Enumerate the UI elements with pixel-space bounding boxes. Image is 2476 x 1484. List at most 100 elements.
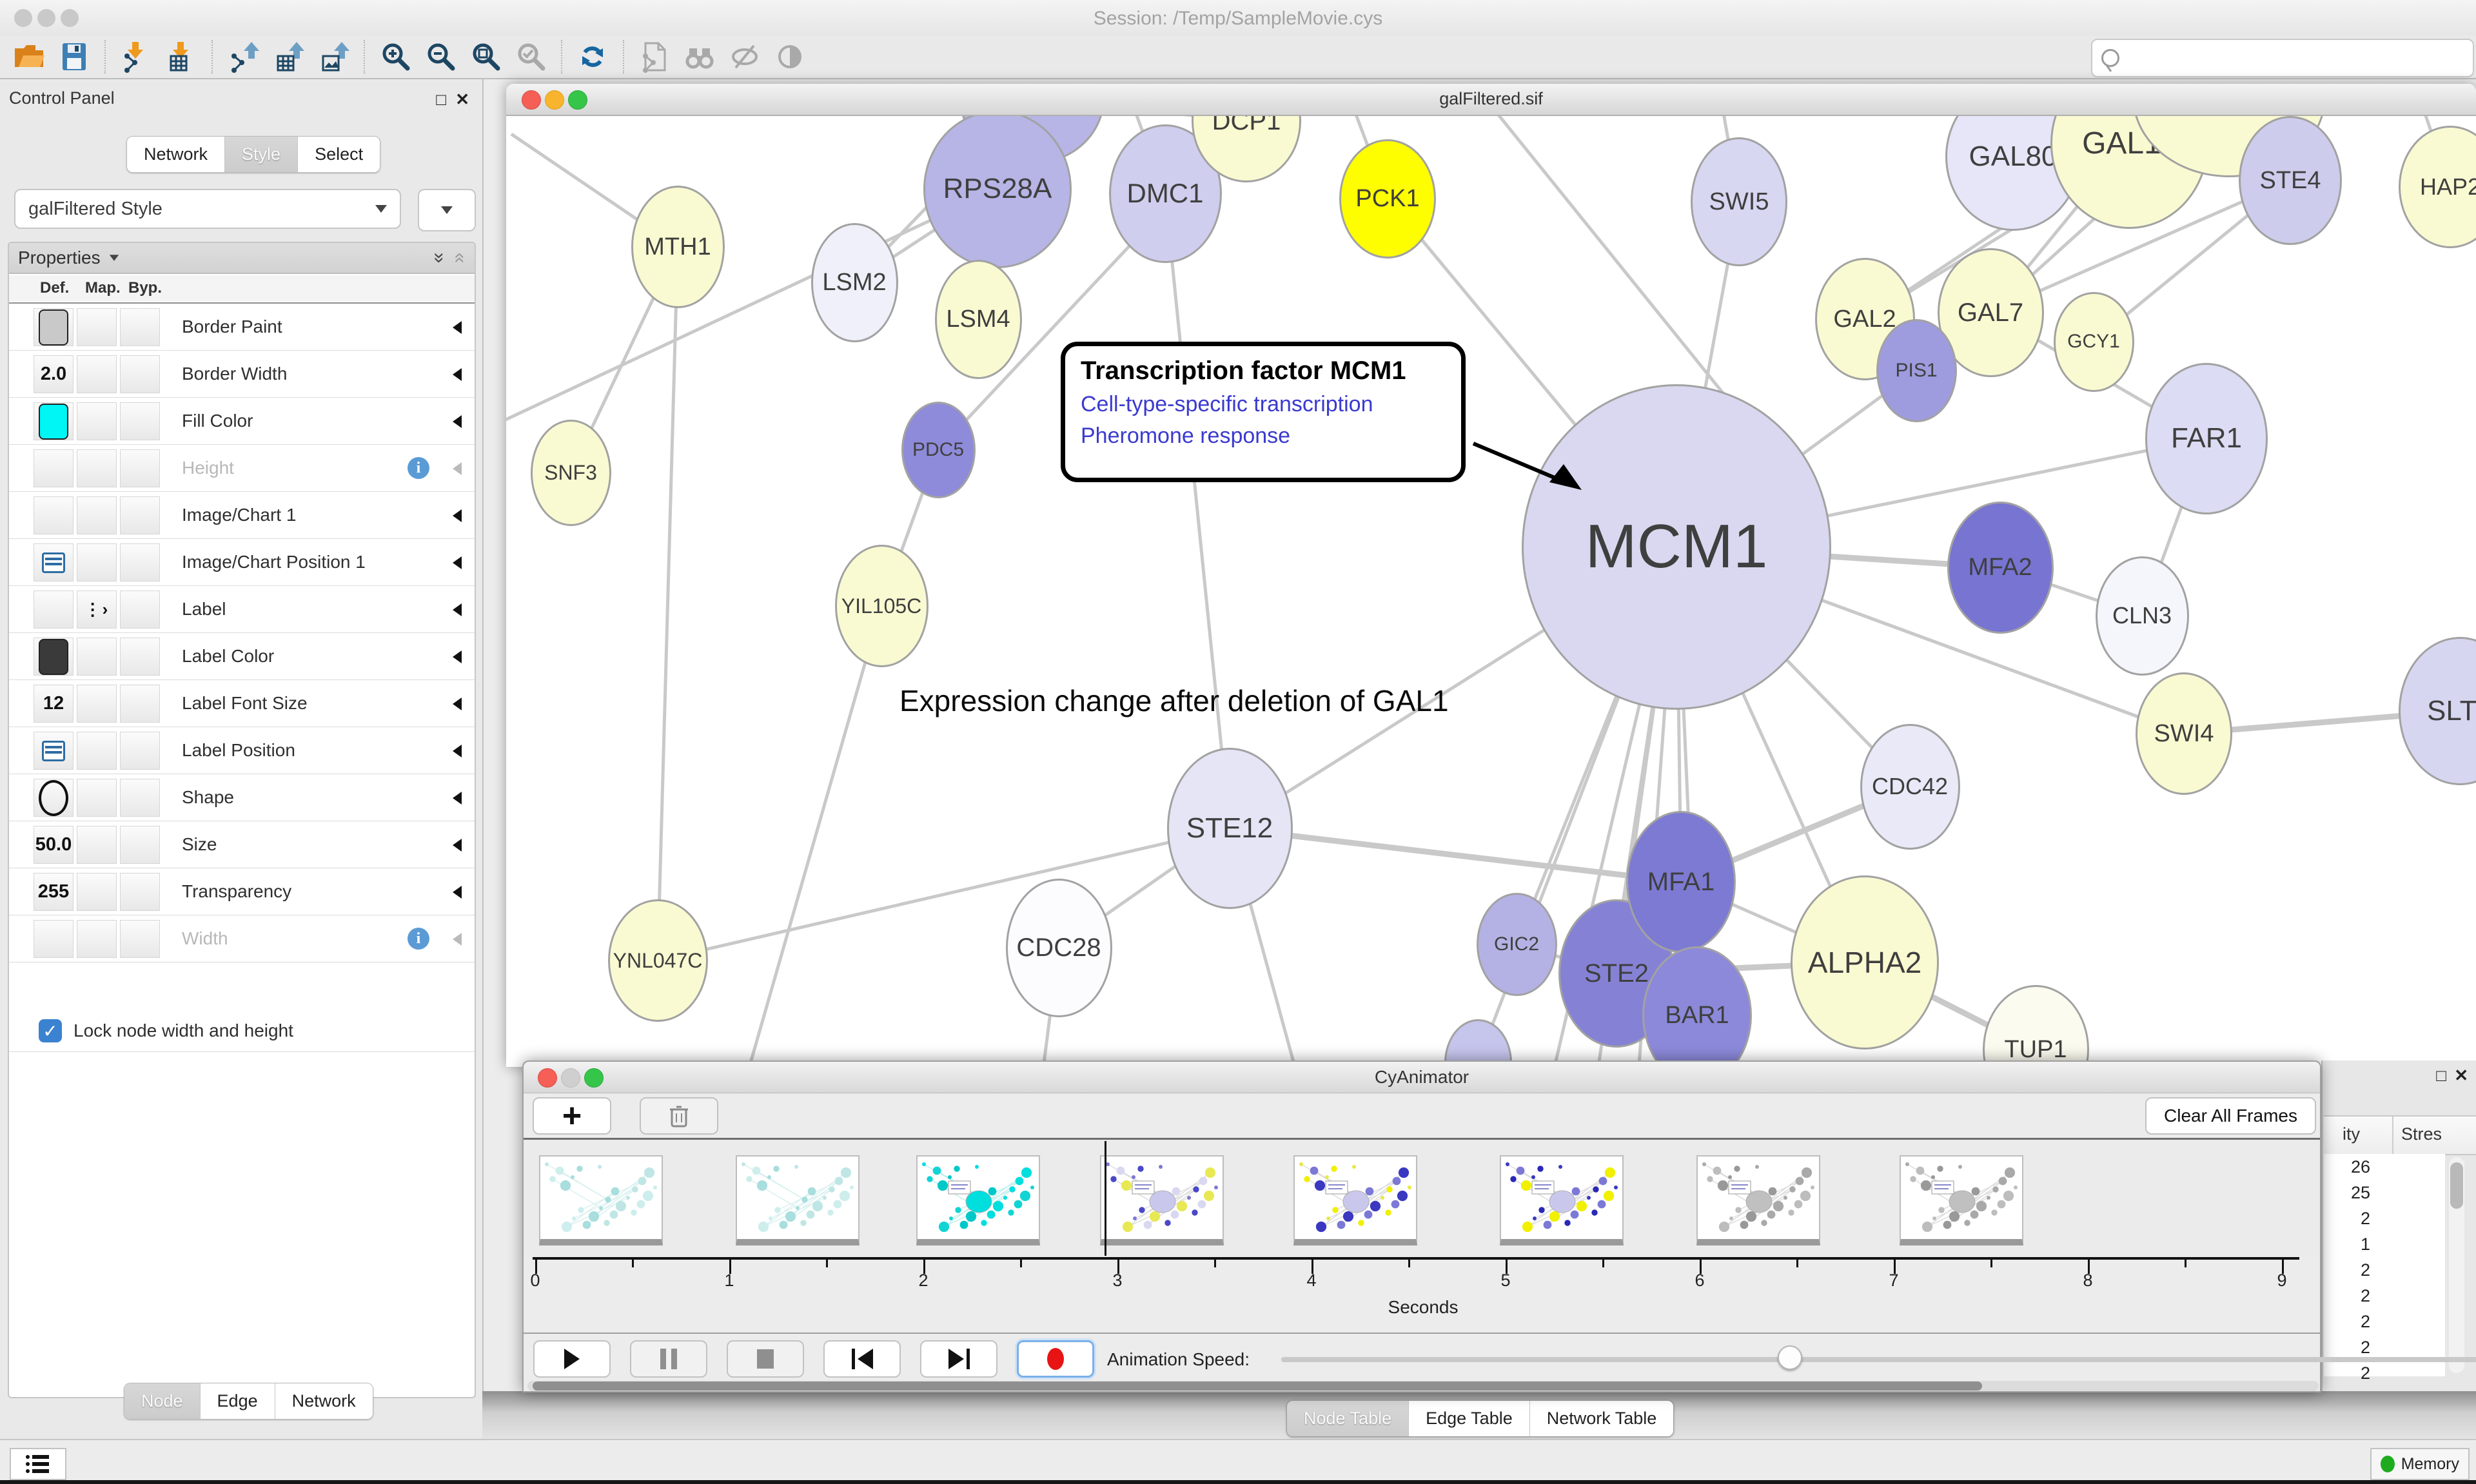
timeline-playhead[interactable] (1105, 1141, 1106, 1256)
mapping-cell[interactable] (77, 402, 117, 440)
contrast-button[interactable] (767, 39, 812, 75)
node-rps28a[interactable]: RPS28A (923, 116, 1072, 268)
mapping-cell[interactable] (77, 638, 117, 676)
property-row-label-font-size[interactable]: 12 Label Font Size (9, 680, 475, 727)
tab-node-table[interactable]: Node Table (1287, 1401, 1409, 1436)
show-panels-button[interactable] (10, 1448, 66, 1480)
node-pdc5[interactable]: PDC5 (901, 402, 976, 498)
node-cdc42[interactable]: CDC42 (1860, 724, 1960, 850)
node-cln3[interactable]: CLN3 (2096, 556, 2189, 676)
bypass-cell[interactable] (120, 308, 160, 346)
mapping-cell[interactable] (77, 449, 117, 487)
mapping-cell[interactable]: ⋮› (77, 591, 117, 629)
bypass-cell[interactable] (120, 638, 160, 676)
animation-speed-slider[interactable] (1281, 1357, 2476, 1362)
frames-timeline[interactable] (524, 1140, 2320, 1257)
bypass-cell[interactable] (120, 591, 160, 629)
property-row-border-paint[interactable]: Border Paint (9, 304, 475, 351)
export-table-button[interactable] (266, 39, 311, 75)
bypass-cell[interactable] (120, 449, 160, 487)
zoom-out-button[interactable] (418, 39, 463, 75)
expand-row-icon[interactable] (453, 839, 462, 852)
node-pis1[interactable]: PIS1 (1876, 319, 1957, 422)
annotation-link[interactable]: Pheromone response (1081, 424, 1446, 449)
column-header[interactable]: Stres (2401, 1124, 2442, 1144)
network-snapshot-button[interactable] (632, 39, 677, 75)
ellipse-shape-icon[interactable] (39, 780, 68, 816)
import-network-button[interactable] (113, 39, 159, 75)
mapping-cell[interactable] (77, 685, 117, 723)
property-row-height[interactable]: Height i (9, 445, 475, 492)
color-swatch[interactable] (39, 404, 68, 440)
timeline-scrollbar[interactable] (527, 1381, 2319, 1391)
node-mfa1[interactable]: MFA1 (1626, 811, 1736, 953)
refresh-button[interactable] (570, 39, 615, 75)
bypass-cell[interactable] (120, 543, 160, 581)
property-row-border-width[interactable]: 2.0 Border Width (9, 351, 475, 398)
save-session-button[interactable] (52, 39, 97, 75)
tab-node[interactable]: Node (124, 1383, 201, 1419)
mapping-cell[interactable] (77, 779, 117, 817)
bypass-cell[interactable] (120, 402, 160, 440)
mapping-cell[interactable] (77, 873, 117, 911)
memory-button[interactable]: Memory (2370, 1448, 2470, 1480)
default-cell[interactable] (34, 591, 74, 629)
tab-style[interactable]: Style (225, 137, 298, 172)
mapping-cell[interactable] (77, 543, 117, 581)
frame-thumbnail-4[interactable] (1100, 1155, 1224, 1245)
properties-header[interactable]: Properties » « (9, 243, 475, 274)
node-mcm1[interactable]: MCM1 (1522, 384, 1831, 710)
expand-row-icon[interactable] (453, 603, 462, 616)
expand-all-icon[interactable]: » (428, 253, 450, 264)
first-frame-button[interactable] (823, 1340, 901, 1378)
bypass-cell[interactable] (120, 873, 160, 911)
mapping-cell[interactable] (77, 920, 117, 958)
default-cell[interactable] (34, 402, 74, 440)
frame-thumbnail-8[interactable] (1900, 1155, 2023, 1245)
bypass-cell[interactable] (120, 685, 160, 723)
tab-network[interactable]: Network (275, 1383, 373, 1419)
node-lsm4[interactable]: LSM4 (935, 260, 1022, 379)
annotation-link[interactable]: Cell-type-specific transcription (1081, 392, 1446, 417)
info-icon[interactable]: i (408, 928, 429, 950)
default-value[interactable]: 255 (38, 881, 69, 903)
zoom-selected-button[interactable] (508, 39, 553, 75)
pause-button[interactable] (630, 1340, 707, 1378)
add-frame-button[interactable]: + (533, 1097, 611, 1135)
mapping-cell[interactable] (77, 355, 117, 393)
clear-all-frames-button[interactable]: Clear All Frames (2145, 1097, 2316, 1135)
default-cell[interactable] (34, 496, 74, 534)
node-mth1[interactable]: MTH1 (631, 186, 725, 308)
default-cell[interactable]: 255 (34, 873, 74, 911)
export-image-button[interactable] (311, 39, 356, 75)
search-box[interactable] (2091, 39, 2474, 77)
expand-row-icon[interactable] (453, 698, 462, 710)
table-cell-value[interactable]: 1 (2324, 1231, 2445, 1257)
node-alpha2[interactable]: ALPHA2 (1791, 875, 1939, 1050)
bypass-cell[interactable] (120, 496, 160, 534)
zoom-fit-button[interactable] (463, 39, 508, 75)
property-row-image-chart-1[interactable]: Image/Chart 1 (9, 492, 475, 539)
expand-row-icon[interactable] (453, 745, 462, 757)
table-cell-value[interactable]: 25 (2324, 1180, 2445, 1206)
default-value[interactable]: 2.0 (41, 364, 66, 385)
close-panel-icon[interactable]: ✕ (455, 90, 469, 110)
default-cell[interactable] (34, 308, 74, 346)
property-row-label[interactable]: ⋮› Label (9, 586, 475, 633)
table-cell-value[interactable]: 2 (2324, 1334, 2445, 1360)
expand-row-icon[interactable] (453, 556, 462, 569)
bypass-cell[interactable] (120, 355, 160, 393)
node-yil105c[interactable]: YIL105C (835, 545, 928, 667)
style-dropdown[interactable]: galFiltered Style (14, 189, 401, 229)
default-value[interactable]: 12 (43, 693, 64, 714)
frame-thumbnail-6[interactable] (1500, 1155, 1624, 1245)
mapping-cell[interactable] (77, 308, 117, 346)
default-cell[interactable] (34, 449, 74, 487)
style-options-button[interactable] (418, 189, 476, 231)
default-cell[interactable] (34, 543, 74, 581)
frame-thumbnail-2[interactable] (736, 1155, 860, 1245)
property-row-transparency[interactable]: 255 Transparency (9, 868, 475, 915)
node-snf3[interactable]: SNF3 (531, 420, 611, 526)
node-gcy1[interactable]: GCY1 (2054, 292, 2134, 392)
position-icon[interactable] (42, 552, 65, 573)
